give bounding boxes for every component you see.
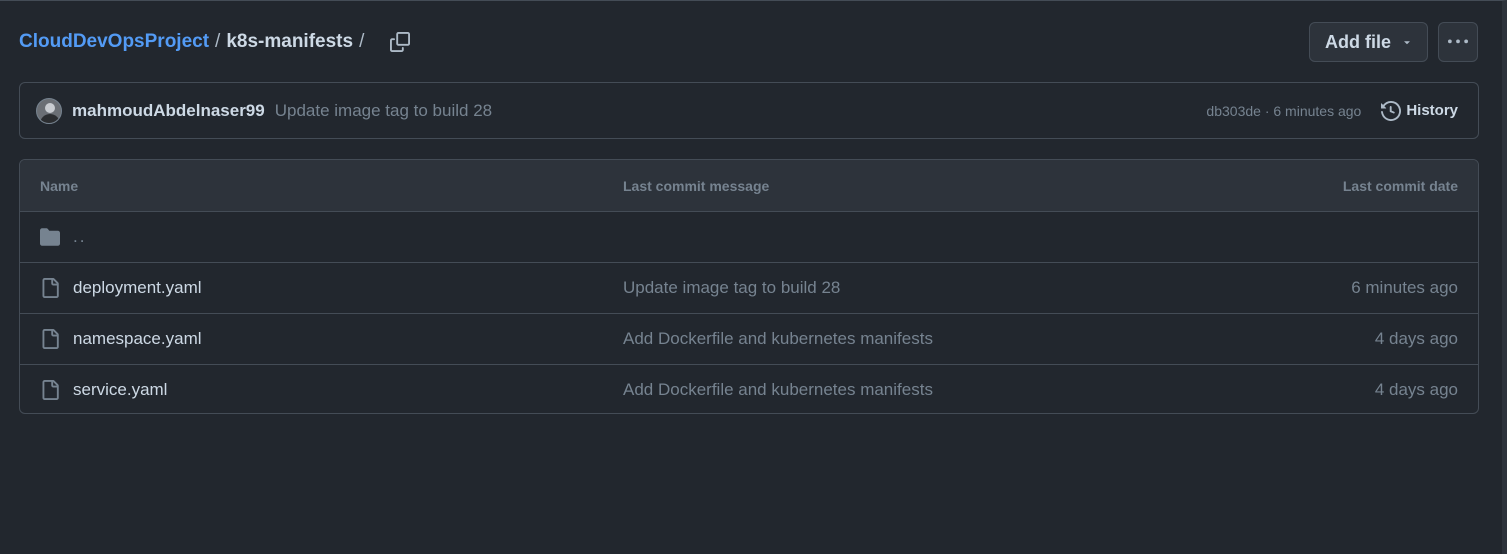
breadcrumb: CloudDevOpsProject / k8s-manifests / (19, 31, 370, 53)
column-header-name: Name (40, 177, 79, 194)
file-name-link[interactable]: deployment.yaml (73, 278, 202, 298)
file-icon (40, 278, 60, 298)
copy-path-button[interactable] (386, 28, 414, 56)
commit-info: db303de · 6 minutes ago History (1206, 100, 1458, 121)
commit-message-link[interactable]: Update image tag to build 28 (275, 101, 492, 121)
file-icon (40, 380, 60, 400)
file-name-link[interactable]: service.yaml (73, 380, 167, 400)
file-name-link[interactable]: namespace.yaml (73, 329, 202, 349)
add-file-button[interactable]: Add file (1309, 22, 1428, 62)
more-options-button[interactable] (1438, 22, 1478, 62)
row-commit-message[interactable]: Add Dockerfile and kubernetes manifests (623, 380, 933, 399)
add-file-label: Add file (1325, 31, 1391, 52)
history-button[interactable]: History (1381, 100, 1458, 121)
file-table: Name Last commit message Last commit dat… (19, 159, 1479, 414)
column-header-message: Last commit message (623, 177, 770, 194)
column-header-date: Last commit date (1342, 177, 1458, 194)
table-header: Name Last commit message Last commit dat… (20, 160, 1478, 211)
triangle-down-icon (1404, 41, 1410, 45)
table-row-parent[interactable]: .. (20, 211, 1478, 262)
commit-author-link[interactable]: mahmoudAbdelnaser99 (72, 101, 265, 121)
history-label: History (1406, 102, 1458, 119)
row-commit-date: 6 minutes ago (1351, 278, 1458, 297)
latest-commit-bar: mahmoudAbdelnaser99 Update image tag to … (19, 82, 1479, 139)
commit-sha-and-time[interactable]: db303de · 6 minutes ago (1206, 103, 1361, 119)
table-row[interactable]: service.yaml Add Dockerfile and kubernet… (20, 364, 1478, 413)
file-icon (40, 329, 60, 349)
header-actions: Add file (1309, 22, 1478, 62)
table-row[interactable]: namespace.yaml Add Dockerfile and kubern… (20, 313, 1478, 364)
breadcrumb-repo-link[interactable]: CloudDevOpsProject (19, 31, 209, 53)
table-row[interactable]: deployment.yaml Update image tag to buil… (20, 262, 1478, 313)
breadcrumb-trailing-separator: / (359, 31, 365, 52)
breadcrumb-separator: / (215, 31, 221, 52)
kebab-horizontal-icon (1448, 39, 1468, 44)
row-commit-date: 4 days ago (1374, 329, 1458, 348)
copy-icon (390, 32, 411, 52)
avatar[interactable] (36, 97, 62, 124)
row-commit-message[interactable]: Add Dockerfile and kubernetes manifests (623, 329, 933, 348)
row-commit-message[interactable]: Update image tag to build 28 (623, 278, 840, 297)
history-icon (1381, 100, 1402, 121)
row-commit-date: 4 days ago (1374, 380, 1458, 399)
page-header: CloudDevOpsProject / k8s-manifests / Add… (19, 22, 1478, 62)
breadcrumb-current-folder: k8s-manifests (226, 31, 354, 52)
parent-directory-link[interactable]: .. (73, 227, 86, 247)
folder-icon (40, 227, 60, 247)
file-browser-page: CloudDevOpsProject / k8s-manifests / Add… (0, 0, 1507, 554)
